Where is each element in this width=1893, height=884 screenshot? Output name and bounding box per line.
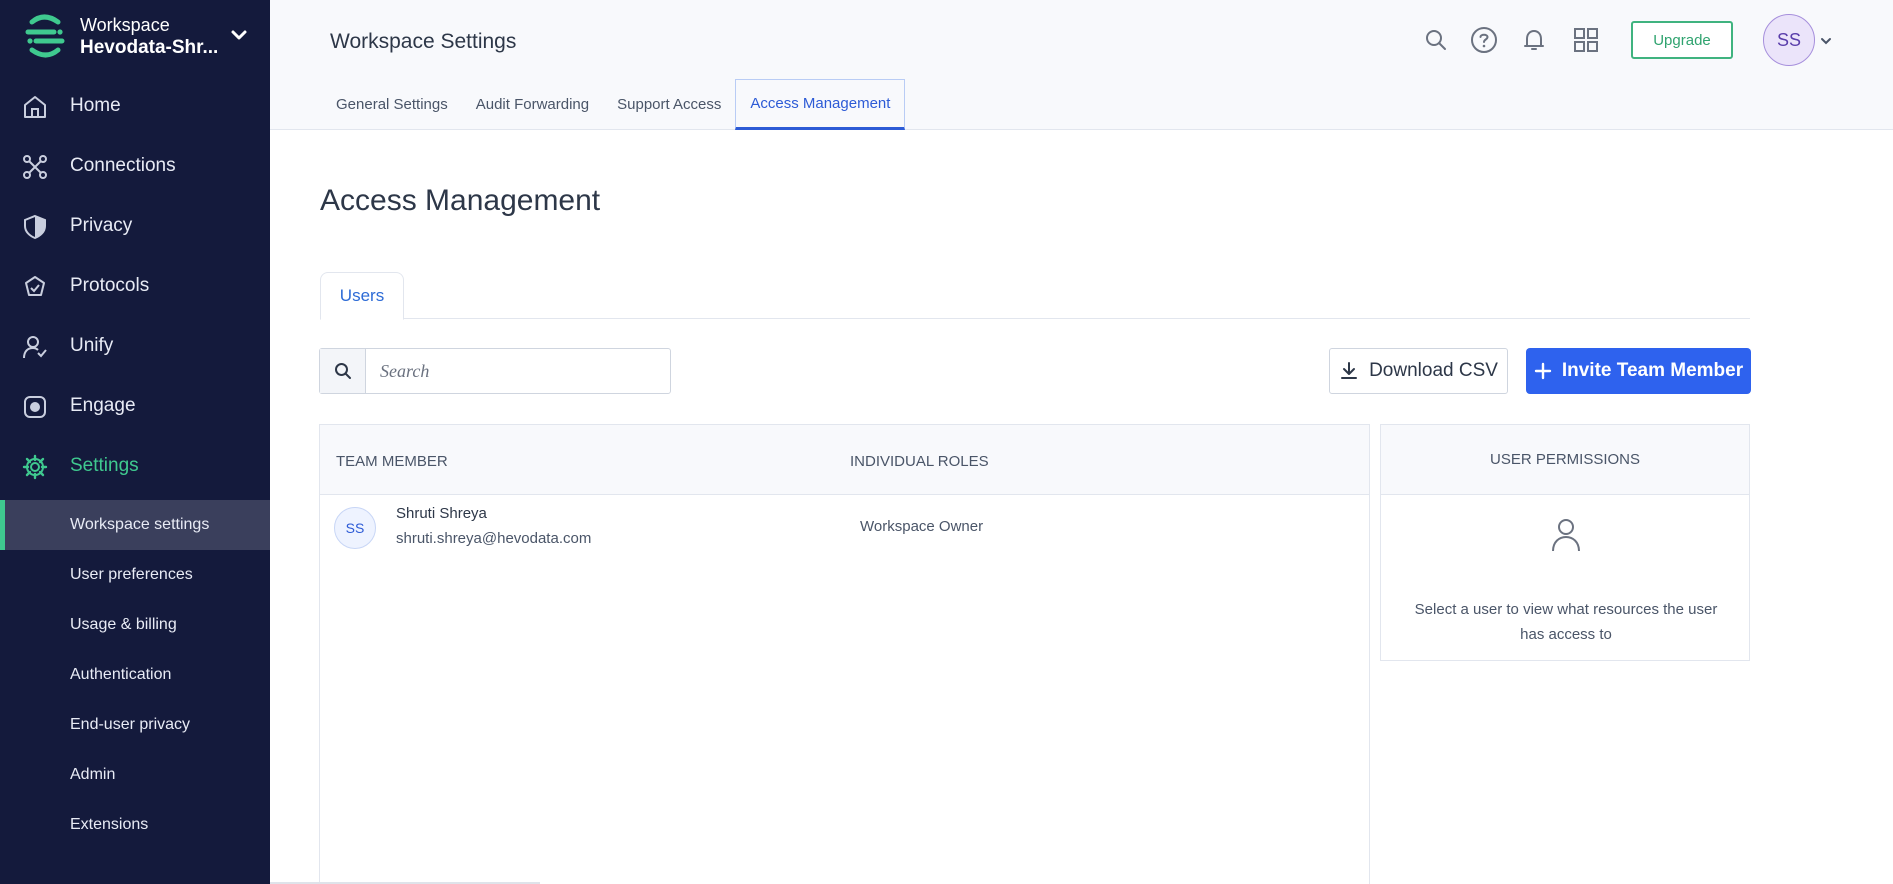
download-csv-label: Download CSV bbox=[1369, 360, 1498, 381]
workspace-switcher[interactable]: Workspace Hevodata-Shr... bbox=[0, 0, 270, 76]
protocols-icon bbox=[25, 276, 45, 296]
user-permissions-panel: USER PERMISSIONS Select a user to view w… bbox=[1380, 424, 1750, 661]
settings-tabs: General Settings Audit Forwarding Suppor… bbox=[322, 79, 906, 130]
unify-icon bbox=[23, 336, 47, 359]
tab-support-access[interactable]: Support Access bbox=[603, 79, 735, 130]
search-field[interactable] bbox=[319, 348, 671, 394]
section-title: Access Management bbox=[320, 184, 601, 217]
settings-subnav: Workspace settings User preferences Usag… bbox=[0, 500, 270, 850]
sidebar-item-engage[interactable]: Engage bbox=[0, 376, 270, 436]
invite-team-member-button[interactable]: Invite Team Member bbox=[1526, 348, 1751, 394]
sidebar-item-connections[interactable]: Connections bbox=[0, 136, 270, 196]
search-input[interactable] bbox=[366, 349, 670, 393]
tab-users[interactable]: Users bbox=[320, 272, 404, 320]
search-icon bbox=[334, 363, 351, 379]
sidebar-item-label: Connections bbox=[70, 155, 176, 176]
home-icon bbox=[24, 96, 46, 118]
sidebar: Workspace Hevodata-Shr... Home Connectio… bbox=[0, 0, 270, 884]
sidebar-item-protocols[interactable]: Protocols bbox=[0, 256, 270, 316]
table-header: TEAM MEMBER INDIVIDUAL ROLES bbox=[320, 425, 1369, 495]
bell-icon[interactable] bbox=[1520, 26, 1548, 54]
table-row[interactable]: SS Shruti Shreya shruti.shreya@hevodata.… bbox=[320, 495, 1369, 557]
permissions-header: USER PERMISSIONS bbox=[1381, 425, 1749, 495]
workspace-name: Hevodata-Shr... bbox=[80, 37, 219, 58]
sidebar-item-label: Engage bbox=[70, 395, 136, 416]
help-icon[interactable] bbox=[1470, 26, 1498, 54]
sidebar-item-label: Privacy bbox=[70, 215, 133, 236]
sidebar-item-privacy[interactable]: Privacy bbox=[0, 196, 270, 256]
sidebar-item-unify[interactable]: Unify bbox=[0, 316, 270, 376]
sidebar-item-label: Settings bbox=[70, 455, 139, 476]
member-role: Workspace Owner bbox=[860, 518, 984, 535]
upgrade-button[interactable]: Upgrade bbox=[1631, 21, 1733, 59]
search-icon[interactable] bbox=[1422, 26, 1450, 54]
invite-team-member-label: Invite Team Member bbox=[1561, 360, 1744, 381]
subnav-item-user-preferences[interactable]: User preferences bbox=[0, 550, 270, 600]
shield-icon bbox=[24, 214, 46, 240]
tab-access-management[interactable]: Access Management bbox=[735, 79, 906, 130]
download-csv-button[interactable]: Download CSV bbox=[1329, 348, 1508, 394]
member-name: Shruti Shreya bbox=[396, 505, 487, 522]
sidebar-item-label: Protocols bbox=[70, 275, 150, 296]
engage-icon bbox=[24, 396, 46, 418]
page-title: Workspace Settings bbox=[330, 30, 517, 53]
workspace-label: Workspace bbox=[80, 15, 170, 35]
inner-tabs: Users bbox=[320, 272, 1750, 320]
top-bar: Workspace Settings Upgrade SS General Se… bbox=[270, 0, 1893, 130]
tab-audit-forwarding[interactable]: Audit Forwarding bbox=[462, 79, 603, 130]
sidebar-item-label: Unify bbox=[70, 335, 114, 356]
avatar: SS bbox=[334, 507, 376, 549]
subnav-item-workspace-settings[interactable]: Workspace settings bbox=[0, 500, 270, 550]
chevron-down-icon[interactable] bbox=[230, 28, 248, 42]
subnav-item-end-user-privacy[interactable]: End-user privacy bbox=[0, 700, 270, 750]
permissions-hint: Select a user to view what resources the… bbox=[1414, 601, 1718, 643]
plus-icon bbox=[1534, 362, 1552, 380]
tab-general-settings[interactable]: General Settings bbox=[322, 79, 462, 130]
user-icon bbox=[1552, 519, 1580, 552]
sidebar-item-settings[interactable]: Settings bbox=[0, 436, 270, 496]
connections-icon bbox=[23, 155, 47, 179]
users-table: TEAM MEMBER INDIVIDUAL ROLES SS Shruti S… bbox=[319, 424, 1370, 884]
column-header-team-member: TEAM MEMBER bbox=[336, 453, 448, 470]
avatar[interactable]: SS bbox=[1763, 14, 1815, 66]
download-icon bbox=[1341, 362, 1358, 379]
subnav-item-usage-billing[interactable]: Usage & billing bbox=[0, 600, 270, 650]
sidebar-item-label: Home bbox=[70, 95, 121, 116]
subnav-item-admin[interactable]: Admin bbox=[0, 750, 270, 800]
member-email: shruti.shreya@hevodata.com bbox=[396, 530, 592, 547]
subnav-item-extensions[interactable]: Extensions bbox=[0, 800, 270, 850]
apps-grid-icon[interactable] bbox=[1572, 26, 1600, 54]
sidebar-item-home[interactable]: Home bbox=[0, 76, 270, 136]
column-header-individual-roles: INDIVIDUAL ROLES bbox=[850, 453, 989, 470]
workspace-text: Workspace Hevodata-Shr... bbox=[80, 14, 218, 60]
sidebar-nav: Home Connections Privacy Protocols Unify… bbox=[0, 76, 270, 496]
subnav-item-authentication[interactable]: Authentication bbox=[0, 650, 270, 700]
segment-logo-icon bbox=[25, 14, 65, 58]
search-icon-wrap bbox=[320, 349, 366, 393]
chevron-down-icon[interactable] bbox=[1820, 36, 1832, 46]
gear-icon bbox=[22, 454, 48, 480]
